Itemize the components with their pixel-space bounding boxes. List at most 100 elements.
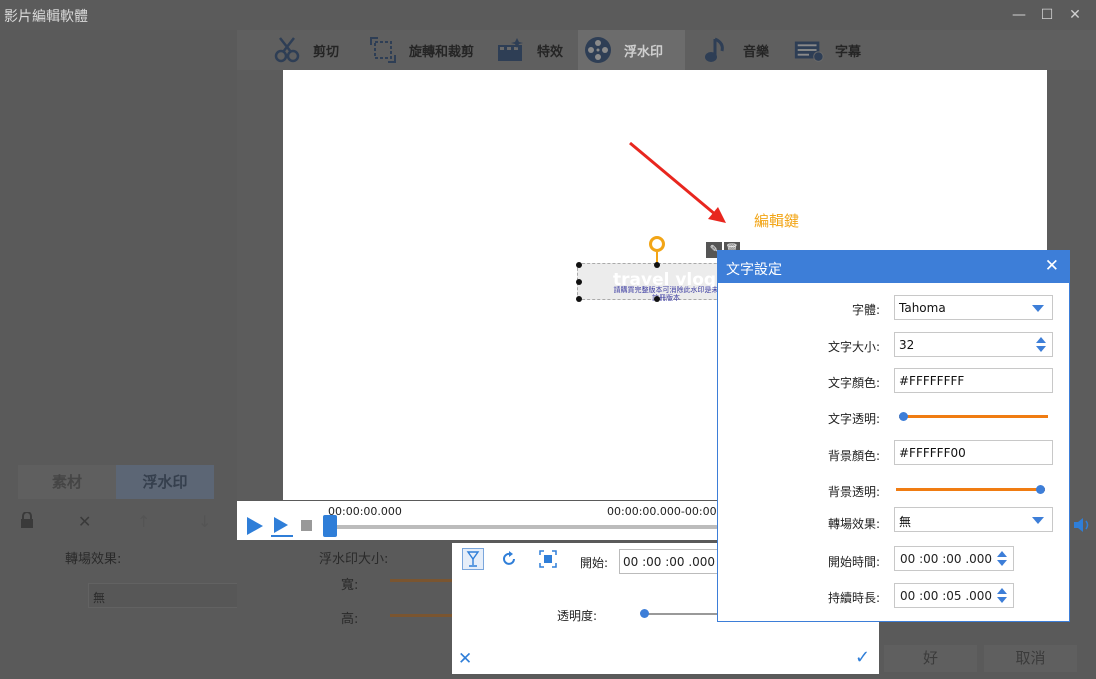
- width-label: 寬:: [341, 578, 359, 593]
- scissors-icon: [271, 34, 303, 66]
- volume-icon[interactable]: [1073, 516, 1093, 534]
- tab-material[interactable]: 素材: [18, 465, 116, 499]
- font-select[interactable]: Tahoma: [894, 295, 1053, 320]
- play-segment-icon[interactable]: [271, 516, 293, 538]
- rotate-icon[interactable]: [498, 548, 520, 570]
- rotate-handle[interactable]: [649, 236, 665, 252]
- maximize-button[interactable]: ☐: [1038, 6, 1056, 24]
- resize-handle[interactable]: [576, 262, 582, 268]
- dialog-transition-select[interactable]: 無: [894, 507, 1053, 532]
- minimize-button[interactable]: —: [1010, 6, 1028, 24]
- text-opacity-label: 文字透明:: [827, 412, 880, 426]
- dialog-title: 文字設定: [726, 262, 782, 278]
- spin-up-icon[interactable]: [997, 588, 1007, 594]
- height-label: 高:: [341, 612, 359, 627]
- left-subtabs: 素材 浮水印: [18, 465, 214, 499]
- tab-rotate-crop[interactable]: 旋轉和裁剪: [363, 30, 474, 70]
- start-time-value: 00 :00 :00 .000: [900, 552, 993, 566]
- resize-handle[interactable]: [576, 296, 582, 302]
- fit-icon[interactable]: [537, 548, 559, 570]
- start-label: 開始:: [580, 556, 609, 570]
- width-slider[interactable]: [390, 579, 452, 582]
- start-time-stepper[interactable]: 00 :00 :00 .000: [894, 546, 1014, 571]
- tab-effects-label: 特效: [537, 44, 564, 60]
- bg-opacity-label: 背景透明:: [827, 485, 880, 499]
- music-note-icon: [701, 34, 733, 66]
- cancel-button[interactable]: 取消: [984, 645, 1077, 672]
- wine-glass-icon[interactable]: [462, 548, 484, 570]
- size-label: 文字大小:: [827, 340, 880, 354]
- lock-icon[interactable]: [20, 511, 34, 532]
- dialog-header: 文字設定 ✕: [718, 251, 1069, 283]
- bg-color-field[interactable]: #FFFFFF00: [894, 440, 1053, 465]
- cancel-icon[interactable]: ✕: [458, 649, 472, 669]
- timeline-thumb[interactable]: [323, 515, 337, 537]
- tab-rotate-crop-label: 旋轉和裁剪: [409, 44, 475, 60]
- size-value: 32: [899, 338, 915, 352]
- resize-handle[interactable]: [654, 262, 660, 268]
- bg-opacity-slider[interactable]: [896, 485, 1045, 494]
- annotation-label: 編輯鍵: [754, 212, 800, 230]
- chevron-down-icon: [1032, 305, 1044, 312]
- timeline-track[interactable]: [333, 525, 718, 529]
- close-button[interactable]: ✕: [1066, 6, 1084, 24]
- current-time: 00:00:00.000: [328, 505, 402, 518]
- dialog-transition-label: 轉場效果:: [827, 517, 880, 531]
- height-slider[interactable]: [390, 614, 452, 617]
- start-time-label: 開始時間:: [827, 555, 880, 569]
- text-opacity-slider[interactable]: [899, 412, 1048, 421]
- tab-subtitle[interactable]: 字幕: [789, 30, 861, 70]
- spin-up-icon[interactable]: [1036, 337, 1046, 343]
- tab-cut[interactable]: 剪切: [267, 30, 339, 70]
- move-up-icon[interactable]: ↑: [137, 512, 150, 531]
- watermark-notice: 請購買完整版本可消除此水印是未註冊版本: [613, 286, 719, 302]
- window-title: 影片編輯軟體: [4, 9, 88, 25]
- crop-icon: [367, 34, 399, 66]
- close-icon[interactable]: ✕: [1045, 257, 1059, 275]
- duration-value: 00 :00 :05 .000: [900, 589, 993, 603]
- remove-icon[interactable]: ✕: [78, 512, 91, 531]
- watermark-size-label: 浮水印大小:: [319, 552, 389, 567]
- spin-down-icon[interactable]: [997, 560, 1007, 566]
- font-label: 字體:: [851, 303, 880, 317]
- spin-down-icon[interactable]: [1036, 346, 1046, 352]
- film-reel-icon: [582, 34, 614, 66]
- text-opacity-knob[interactable]: [899, 412, 908, 421]
- time-range: 00:00:00.000-00:00:05.000: [607, 505, 718, 518]
- tab-watermark-label: 浮水印: [624, 44, 664, 60]
- spin-up-icon[interactable]: [997, 551, 1007, 557]
- opacity-label: 透明度:: [557, 609, 598, 623]
- resize-handle[interactable]: [654, 296, 660, 302]
- tab-music[interactable]: 音樂: [697, 30, 769, 70]
- subtitle-icon: [793, 34, 825, 66]
- effects-icon: [495, 34, 527, 66]
- resize-handle[interactable]: [576, 279, 582, 285]
- move-down-icon[interactable]: ↓: [198, 512, 211, 531]
- spin-down-icon[interactable]: [997, 597, 1007, 603]
- duration-stepper[interactable]: 00 :00 :05 .000: [894, 583, 1014, 608]
- title-bar: 影片編輯軟體 — ☐ ✕: [0, 0, 1096, 30]
- play-icon[interactable]: [245, 516, 265, 536]
- left-panel: [0, 30, 237, 679]
- ok-button[interactable]: 好: [884, 645, 977, 672]
- watermark-text-box[interactable]: travel vlog 請購買完整版本可消除此水印是未註冊版本: [577, 263, 737, 302]
- color-field[interactable]: #FFFFFFFF: [894, 368, 1053, 393]
- tab-left-watermark[interactable]: 浮水印: [116, 465, 214, 499]
- opacity-knob[interactable]: [640, 609, 649, 618]
- tab-music-label: 音樂: [743, 44, 770, 60]
- tab-subtitle-label: 字幕: [835, 44, 862, 60]
- tab-watermark[interactable]: 浮水印: [578, 30, 685, 70]
- duration-label: 持續時長:: [827, 591, 880, 605]
- bg-opacity-knob[interactable]: [1036, 485, 1045, 494]
- start-time-field[interactable]: 00 :00 :00 .000: [619, 549, 719, 574]
- tab-cut-label: 剪切: [313, 44, 340, 60]
- stop-icon[interactable]: [301, 520, 312, 531]
- opacity-slider[interactable]: [644, 613, 719, 615]
- dialog-transition-value: 無: [899, 515, 912, 529]
- confirm-icon[interactable]: ✓: [855, 647, 870, 668]
- color-value: #FFFFFFFF: [899, 374, 965, 388]
- size-stepper[interactable]: 32: [894, 332, 1053, 357]
- font-value: Tahoma: [899, 301, 946, 315]
- tab-effects[interactable]: 特效: [491, 30, 563, 70]
- chevron-down-icon: [1032, 517, 1044, 524]
